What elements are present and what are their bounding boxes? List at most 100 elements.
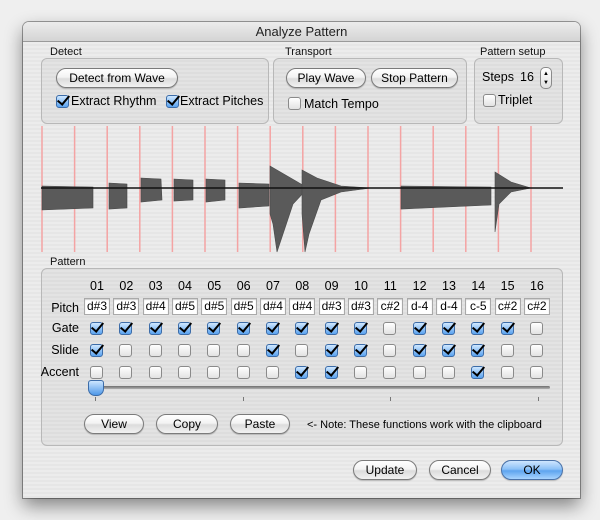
accent-checkbox[interactable]: [207, 366, 221, 379]
pitch-field[interactable]: d-4: [435, 298, 462, 315]
ok-button[interactable]: OK: [501, 460, 563, 480]
match-tempo-checkbox[interactable]: [288, 97, 301, 110]
gate-checkbox[interactable]: [441, 322, 455, 335]
pitch-field[interactable]: d#4: [289, 298, 316, 315]
triplet-checkbox[interactable]: [483, 94, 496, 107]
pitch-field[interactable]: d-4: [406, 298, 433, 315]
pattern-slider-thumb[interactable]: [88, 380, 104, 396]
extract-rhythm-checkbox[interactable]: [56, 95, 69, 108]
view-button[interactable]: View: [84, 414, 144, 434]
slide-checkbox[interactable]: [207, 344, 221, 357]
gate-checkbox[interactable]: [148, 322, 162, 335]
step-number: 12: [412, 279, 427, 293]
pitch-field[interactable]: d#5: [230, 298, 257, 315]
pitch-field[interactable]: d#3: [347, 298, 374, 315]
gate-checkbox[interactable]: [90, 322, 103, 335]
stepper-up-icon[interactable]: ▲: [541, 70, 551, 78]
step-number: 15: [500, 279, 515, 293]
stepper-down-icon[interactable]: ▼: [541, 79, 551, 87]
clipboard-note: <- Note: These functions work with the c…: [307, 419, 542, 431]
gate-checkbox[interactable]: [353, 322, 367, 335]
gate-checkbox[interactable]: [265, 322, 279, 335]
waveform-segment: [140, 177, 163, 203]
slide-checkbox[interactable]: [236, 344, 250, 357]
accent-checkbox[interactable]: [236, 366, 250, 379]
waveform-segment: [400, 185, 492, 210]
steps-label: Steps: [482, 70, 514, 84]
extract-pitches-checkbox[interactable]: [166, 95, 179, 108]
gate-checkbox[interactable]: [207, 322, 221, 335]
slide-checkbox[interactable]: [471, 344, 485, 357]
gate-checkbox[interactable]: [295, 322, 309, 335]
gate-checkbox[interactable]: [119, 322, 133, 335]
accent-checkbox[interactable]: [324, 366, 338, 379]
accent-checkbox[interactable]: [265, 366, 279, 379]
pitch-field[interactable]: d#3: [113, 298, 140, 315]
pitch-field[interactable]: d#4: [142, 298, 169, 315]
pitch-field[interactable]: d#3: [84, 298, 110, 315]
gate-checkbox[interactable]: [471, 322, 485, 335]
transport-group-label: Transport: [285, 46, 332, 58]
extract-pitches-label: Extract Pitches: [180, 94, 264, 108]
gate-checkbox[interactable]: [177, 322, 191, 335]
slide-checkbox[interactable]: [148, 344, 162, 357]
accent-checkbox[interactable]: [119, 366, 133, 379]
slide-checkbox[interactable]: [265, 344, 279, 357]
step-number: 13: [442, 279, 456, 293]
pitch-field[interactable]: c-5: [465, 298, 492, 315]
waveform-display[interactable]: [41, 124, 563, 254]
accent-checkbox[interactable]: [529, 366, 543, 379]
slide-checkbox[interactable]: [529, 344, 543, 357]
slider-tick: [390, 397, 391, 401]
slider-tick: [95, 397, 96, 401]
gate-checkbox[interactable]: [412, 322, 426, 335]
gate-checkbox[interactable]: [236, 322, 250, 335]
waveform-segment: [238, 182, 270, 209]
analyze-pattern-window: Analyze Pattern Detect Detect from Wave …: [23, 22, 580, 498]
extract-rhythm-label: Extract Rhythm: [71, 94, 157, 108]
accent-checkbox[interactable]: [295, 366, 309, 379]
slide-checkbox[interactable]: [412, 344, 426, 357]
accent-checkbox[interactable]: [412, 366, 426, 379]
stop-pattern-button[interactable]: Stop Pattern: [371, 68, 458, 88]
copy-button[interactable]: Copy: [156, 414, 218, 434]
step-number: 07: [266, 279, 280, 293]
slide-checkbox[interactable]: [383, 344, 397, 357]
accent-checkbox[interactable]: [90, 366, 103, 379]
pitch-field[interactable]: c#2: [523, 298, 550, 315]
update-button[interactable]: Update: [353, 460, 417, 480]
slide-checkbox[interactable]: [90, 344, 103, 357]
cancel-button[interactable]: Cancel: [429, 460, 491, 480]
accent-checkbox[interactable]: [177, 366, 191, 379]
gate-checkbox[interactable]: [529, 322, 543, 335]
slide-checkbox[interactable]: [353, 344, 367, 357]
slide-checkbox[interactable]: [177, 344, 191, 357]
paste-button[interactable]: Paste: [230, 414, 290, 434]
gate-checkbox[interactable]: [383, 322, 397, 335]
waveform-segment: [173, 178, 194, 202]
slide-checkbox[interactable]: [119, 344, 133, 357]
accent-checkbox[interactable]: [441, 366, 455, 379]
slide-checkbox[interactable]: [500, 344, 514, 357]
detect-from-wave-button[interactable]: Detect from Wave: [56, 68, 178, 88]
accent-checkbox[interactable]: [148, 366, 162, 379]
slide-checkbox[interactable]: [295, 344, 309, 357]
pitch-field[interactable]: d#3: [318, 298, 345, 315]
accent-checkbox[interactable]: [500, 366, 514, 379]
gate-checkbox[interactable]: [324, 322, 338, 335]
pitch-field[interactable]: d#4: [259, 298, 286, 315]
pitch-field[interactable]: d#5: [201, 298, 228, 315]
pitch-field[interactable]: c#2: [377, 298, 404, 315]
pitch-field[interactable]: d#5: [171, 298, 198, 315]
gate-checkbox[interactable]: [500, 322, 514, 335]
accent-checkbox[interactable]: [471, 366, 485, 379]
accent-checkbox[interactable]: [383, 366, 397, 379]
play-wave-button[interactable]: Play Wave: [286, 68, 366, 88]
pattern-slider-track[interactable]: [88, 386, 550, 389]
pitch-field[interactable]: c#2: [494, 298, 521, 315]
steps-stepper[interactable]: ▲ ▼: [540, 67, 552, 89]
pitch-row-label: Pitch: [51, 301, 79, 315]
slide-checkbox[interactable]: [441, 344, 455, 357]
accent-checkbox[interactable]: [353, 366, 367, 379]
slide-checkbox[interactable]: [324, 344, 338, 357]
